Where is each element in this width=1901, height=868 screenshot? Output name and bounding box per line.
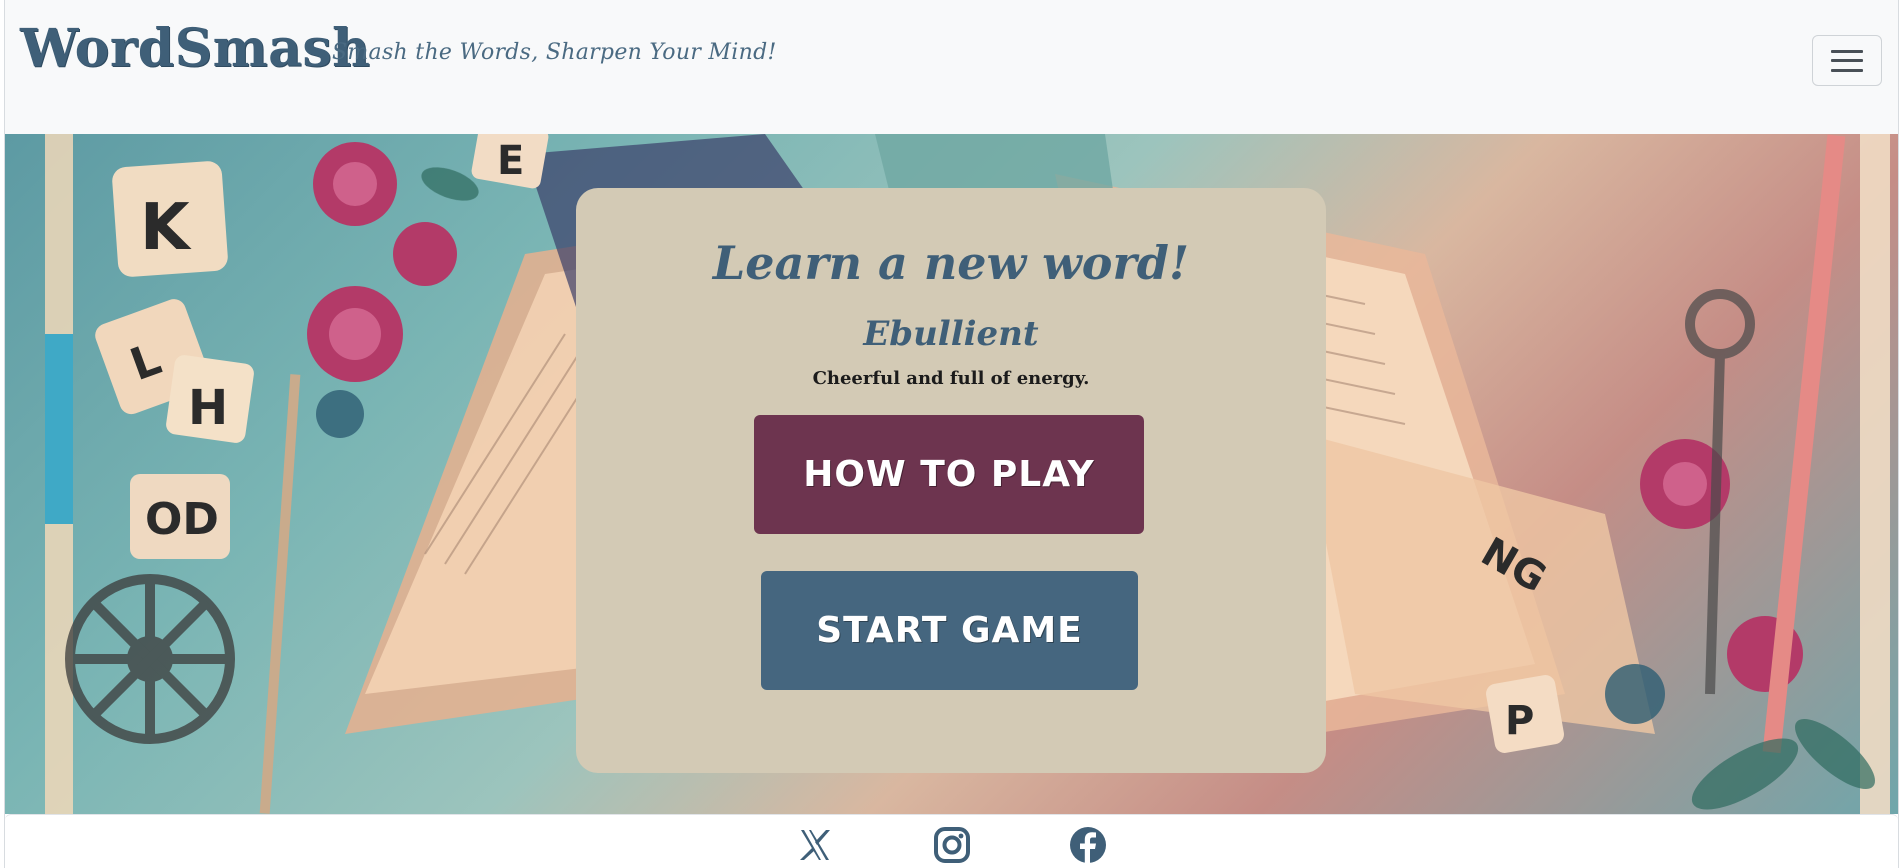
word-of-the-day-card: Learn a new word! Ebullient Cheerful and…: [576, 188, 1326, 773]
tagline: Smash the Words, Sharpen Your Mind!: [332, 40, 777, 65]
hero-section: K L H OD P NG E Learn a new word! Ebulli…: [5, 134, 1898, 814]
svg-text:P: P: [1505, 698, 1534, 744]
menu-toggle-button[interactable]: [1812, 35, 1882, 86]
brand-logo[interactable]: WordSmash: [20, 18, 370, 79]
svg-text:E: E: [497, 138, 524, 184]
page: WordSmash Smash the Words, Sharpen Your …: [0, 0, 1901, 868]
hamburger-icon: [1831, 49, 1863, 72]
word-definition: Cheerful and full of energy.: [812, 368, 1090, 389]
svg-text:H: H: [188, 380, 228, 436]
start-game-button[interactable]: START GAME: [761, 571, 1138, 690]
featured-word: Ebullient: [863, 314, 1039, 354]
page-edge-left: [0, 0, 5, 868]
x-icon[interactable]: [795, 825, 835, 865]
footer: [5, 814, 1898, 868]
navbar: WordSmash Smash the Words, Sharpen Your …: [5, 0, 1898, 134]
how-to-play-button[interactable]: HOW TO PLAY: [754, 415, 1144, 534]
instagram-icon[interactable]: [932, 825, 972, 865]
card-title: Learn a new word!: [712, 236, 1190, 290]
svg-text:OD: OD: [145, 494, 219, 545]
svg-text:K: K: [140, 191, 192, 265]
facebook-icon[interactable]: [1068, 825, 1108, 865]
